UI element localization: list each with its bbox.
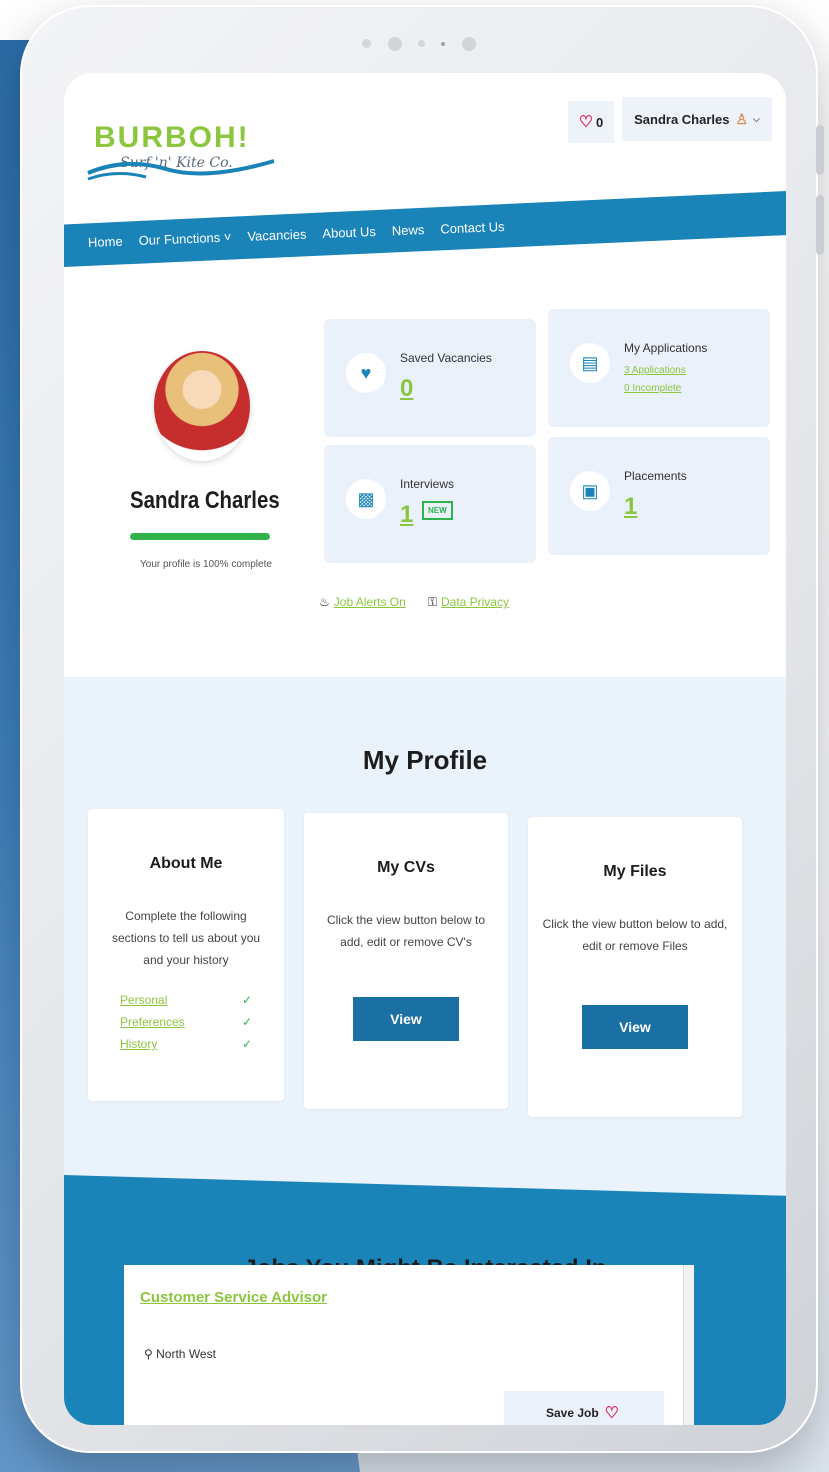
heart-icon: ♡ [604, 1405, 620, 1422]
heart-icon: ♡ [578, 114, 594, 131]
job-alerts-link[interactable]: ♨ Job Alerts On [319, 595, 406, 610]
nav-our-functions[interactable]: Our Functions ˅ [138, 229, 231, 248]
user-menu[interactable]: Sandra Charles ♙ ⌵ [622, 97, 772, 141]
lock-icon: ⚿ [427, 595, 437, 609]
my-cvs-text: Click the view button below to add, edit… [326, 913, 486, 949]
check-icon: ✓ [241, 1037, 252, 1051]
data-privacy-link[interactable]: ⚿ Data Privacy [428, 595, 509, 610]
job-location-text: North West [156, 1347, 216, 1361]
user-name: Sandra Charles [634, 111, 730, 127]
preferences-link[interactable]: Preferences [120, 1015, 185, 1029]
camera-lens [387, 36, 402, 51]
favourites-count: 0 [596, 114, 604, 130]
profile-complete-text: Your profile is 100% complete [140, 559, 272, 570]
view-cvs-button[interactable]: View [353, 997, 459, 1041]
about-me-title: About Me [149, 855, 223, 872]
placements-card[interactable]: ▣ Placements 1 [548, 437, 770, 555]
camera-lens [461, 36, 476, 51]
check-icon: ✓ [241, 1015, 252, 1029]
nav-home[interactable]: Home [88, 234, 123, 250]
wave-icon [87, 159, 275, 181]
volume-button [816, 125, 824, 175]
nav-about-us[interactable]: About Us [322, 224, 376, 241]
interviews-card[interactable]: ▩ Interviews 1 NEW [324, 445, 536, 563]
heart-icon: ♥ [346, 353, 386, 393]
my-profile-title: My Profile [362, 745, 488, 775]
save-job-label: Save Job [545, 1406, 599, 1420]
account-links: ♨ Job Alerts On ⚿ Data Privacy [319, 595, 509, 610]
about-me-card: About Me Complete the following sections… [88, 809, 284, 1101]
interviews-title: Interviews [400, 477, 455, 491]
applications-count-link[interactable]: 3 Applications [624, 365, 686, 376]
power-button [816, 195, 824, 255]
incomplete-count-link[interactable]: 0 Incomplete [624, 383, 681, 394]
about-row-preferences[interactable]: Preferences ✓ [120, 1015, 252, 1029]
my-files-title: My Files [603, 863, 667, 880]
save-job-button[interactable]: Save Job ♡ [504, 1391, 664, 1425]
logo-wordmark: BURBOH! [94, 121, 250, 154]
about-row-history[interactable]: History ✓ [120, 1037, 252, 1051]
sensor-dot [441, 41, 446, 46]
nav-vacancies[interactable]: Vacancies [247, 227, 307, 244]
saved-vacancies-count[interactable]: 0 [400, 375, 413, 403]
nav-news[interactable]: News [392, 222, 425, 238]
camera-bar [20, 35, 818, 53]
bell-icon: ♨ [319, 595, 330, 609]
check-icon: ✓ [241, 993, 252, 1007]
avatar [154, 351, 250, 461]
my-files-text: Click the view button below to add, edit… [542, 917, 728, 953]
profile-name: Sandra Charles [130, 487, 280, 514]
chevron-down-icon: ⌵ [753, 113, 760, 124]
sensor-dot [362, 39, 372, 49]
about-me-text: Complete the following sections to tell … [111, 909, 261, 967]
job-location: ⚲ North West [144, 1347, 216, 1361]
profile-progress-fill [130, 533, 270, 540]
briefcase-icon: ▣ [570, 471, 610, 511]
brand-logo[interactable]: BURBOH! Surf 'n' Kite Co. [87, 121, 275, 181]
my-profile-section: My Profile About Me Complete the followi… [64, 677, 786, 1205]
my-cvs-card: My CVs Click the view button below to ad… [304, 813, 508, 1109]
screen: BURBOH! Surf 'n' Kite Co. ♡ 0 Sandra Cha… [64, 73, 786, 1425]
placements-title: Placements [624, 469, 687, 483]
interviews-count[interactable]: 1 [400, 501, 413, 529]
scrollbar[interactable] [683, 1265, 694, 1425]
profile-progress-bar [130, 533, 270, 540]
my-cvs-title: My CVs [377, 859, 435, 876]
user-icon: ♙ [735, 110, 749, 127]
job-alerts-label: Job Alerts On [333, 595, 406, 609]
saved-vacancies-card[interactable]: ♥ Saved Vacancies 0 [324, 319, 536, 437]
placements-count[interactable]: 1 [624, 493, 637, 521]
data-privacy-label: Data Privacy [440, 595, 509, 609]
map-pin-icon: ⚲ [144, 1347, 153, 1361]
my-applications-title: My Applications [624, 341, 708, 355]
job-title-link[interactable]: Customer Service Advisor [140, 1289, 327, 1306]
favourites-button[interactable]: ♡ 0 [568, 101, 614, 143]
clipboard-icon: ▤ [570, 343, 610, 383]
my-applications-card[interactable]: ▤ My Applications 3 Applications 0 Incom… [548, 309, 770, 427]
tablet-frame: BURBOH! Surf 'n' Kite Co. ♡ 0 Sandra Cha… [20, 5, 824, 1453]
about-row-personal[interactable]: Personal ✓ [120, 993, 252, 1007]
view-files-button[interactable]: View [582, 1005, 688, 1049]
job-card: Customer Service Advisor ⚲ North West Sa… [124, 1265, 694, 1425]
new-badge: NEW [422, 501, 453, 520]
chair-icon: ▩ [346, 479, 386, 519]
history-link[interactable]: History [120, 1037, 157, 1051]
personal-link[interactable]: Personal [120, 993, 167, 1007]
my-files-card: My Files Click the view button below to … [528, 817, 742, 1117]
nav-contact-us[interactable]: Contact Us [440, 219, 505, 236]
sensor-dot [418, 40, 425, 48]
saved-vacancies-title: Saved Vacancies [400, 351, 492, 365]
